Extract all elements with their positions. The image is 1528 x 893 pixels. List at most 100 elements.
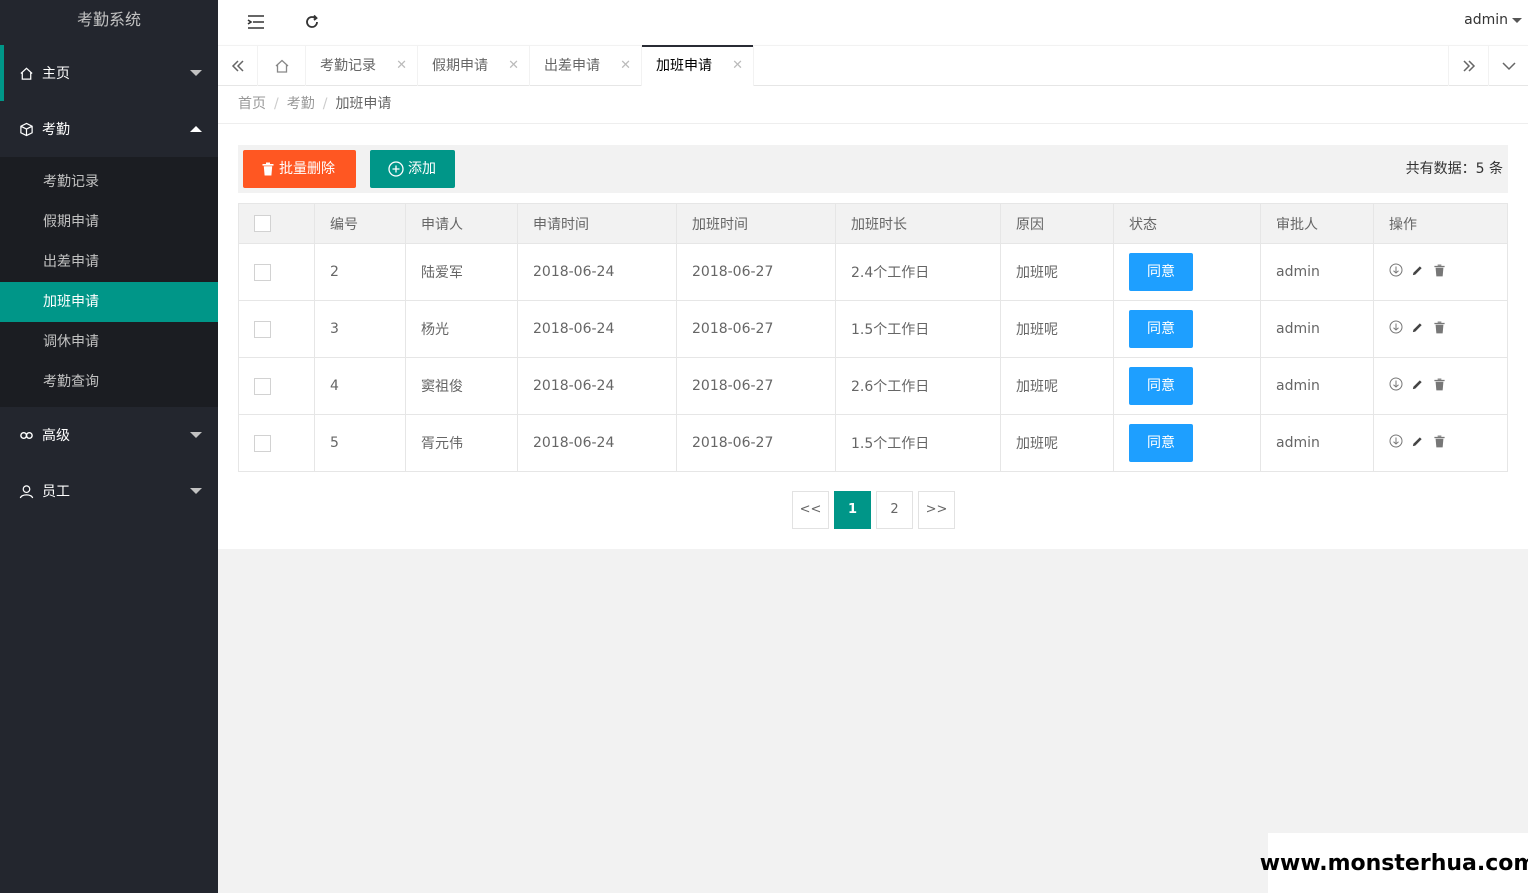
cell-status: 同意 — [1113, 300, 1261, 358]
nav-item-label: 高级 — [42, 428, 70, 444]
download-icon[interactable] — [1389, 263, 1403, 281]
cell-actions — [1373, 357, 1508, 415]
pagination-prev[interactable]: << — [792, 491, 829, 529]
add-button[interactable]: 添加 — [370, 150, 455, 188]
tabs-scroll-left-icon[interactable] — [218, 46, 258, 86]
nav-item-staff[interactable]: 员工 — [0, 463, 218, 519]
column-header: 申请时间 — [517, 203, 677, 244]
tabs-dropdown-icon[interactable] — [1488, 46, 1528, 86]
close-icon[interactable]: ✕ — [620, 46, 631, 86]
status-approve-button[interactable]: 同意 — [1129, 310, 1193, 348]
cell-id: 5 — [314, 414, 406, 472]
trash-icon — [262, 162, 274, 176]
breadcrumb-home[interactable]: 首页 — [238, 96, 266, 112]
watermark: www.monsterhua.com — [1260, 833, 1528, 893]
row-checkbox[interactable] — [254, 377, 271, 395]
table-row: 2 陆爱军 2018-06-24 2018-06-27 2.4个工作日 加班呢 … — [238, 243, 1508, 301]
trash-icon[interactable] — [1433, 435, 1446, 452]
batch-delete-label: 批量删除 — [279, 161, 335, 177]
chevron-down-icon — [190, 70, 202, 76]
batch-delete-button[interactable]: 批量删除 — [243, 150, 356, 188]
nav-item-label: 考勤 — [42, 122, 70, 138]
download-icon[interactable] — [1389, 320, 1403, 338]
tab-attendance-records[interactable]: 考勤记录 ✕ — [306, 46, 418, 86]
close-icon[interactable]: ✕ — [396, 46, 407, 86]
cell-reason: 加班呢 — [1000, 357, 1114, 415]
nav-item-advanced[interactable]: 高级 — [0, 407, 218, 463]
row-select-cell — [238, 243, 315, 301]
close-icon[interactable]: ✕ — [508, 46, 519, 86]
tab-label: 加班申请 — [656, 58, 712, 74]
edit-icon[interactable] — [1411, 321, 1424, 338]
chevron-down-icon — [190, 488, 202, 494]
pagination-page-1[interactable]: 1 — [834, 491, 871, 529]
add-circle-icon — [388, 161, 404, 177]
submenu-item-records[interactable]: 考勤记录 — [0, 162, 218, 202]
cell-duration: 1.5个工作日 — [835, 300, 1001, 358]
pagination-next[interactable]: >> — [918, 491, 955, 529]
user-name: admin — [1464, 12, 1508, 28]
tab-home[interactable] — [258, 46, 306, 86]
submenu-item-business-trip[interactable]: 出差申请 — [0, 242, 218, 282]
breadcrumb-current: 加班申请 — [335, 96, 392, 112]
user-icon — [18, 483, 34, 499]
cell-status: 同意 — [1113, 357, 1261, 415]
tabs-scroll-right-icon[interactable] — [1448, 46, 1488, 86]
cube-icon — [18, 121, 34, 137]
toolbar: 批量删除 添加 共有数据：5 条 — [238, 145, 1508, 193]
row-checkbox[interactable] — [254, 320, 271, 338]
row-checkbox[interactable] — [254, 263, 271, 281]
status-approve-button[interactable]: 同意 — [1129, 253, 1193, 291]
edit-icon[interactable] — [1411, 435, 1424, 452]
nav-item-home[interactable]: 主页 — [0, 45, 218, 101]
tab-business-trip[interactable]: 出差申请 ✕ — [530, 46, 642, 86]
status-approve-button[interactable]: 同意 — [1129, 367, 1193, 405]
chevron-up-icon — [190, 126, 202, 132]
row-select-cell — [238, 357, 315, 415]
nav-item-attendance[interactable]: 考勤 — [0, 101, 218, 157]
trash-icon[interactable] — [1433, 264, 1446, 281]
edit-icon[interactable] — [1411, 378, 1424, 395]
cell-applicant: 杨光 — [405, 300, 518, 358]
cell-approver: admin — [1260, 414, 1374, 472]
select-all-checkbox[interactable] — [254, 215, 271, 232]
download-icon[interactable] — [1389, 377, 1403, 395]
cell-actions — [1373, 243, 1508, 301]
row-checkbox[interactable] — [254, 434, 271, 452]
cell-apply-time: 2018-06-24 — [517, 414, 677, 472]
close-icon[interactable]: ✕ — [732, 46, 743, 86]
chevron-down-icon — [190, 432, 202, 438]
breadcrumb-separator: / — [322, 96, 328, 112]
refresh-icon[interactable] — [302, 12, 322, 32]
cell-id: 3 — [314, 300, 406, 358]
menu-toggle-icon[interactable] — [246, 12, 266, 32]
download-icon[interactable] — [1389, 434, 1403, 452]
submenu-item-compensatory[interactable]: 调休申请 — [0, 322, 218, 362]
top-header: admin — [218, 0, 1528, 45]
edit-icon[interactable] — [1411, 264, 1424, 281]
submenu-item-overtime[interactable]: 加班申请 — [0, 282, 218, 322]
column-header: 加班时间 — [676, 203, 836, 244]
pagination-page-2[interactable]: 2 — [876, 491, 913, 529]
column-header: 加班时长 — [835, 203, 1001, 244]
tab-overtime-request[interactable]: 加班申请 ✕ — [642, 45, 754, 86]
select-all-cell — [238, 203, 315, 244]
tab-label: 考勤记录 — [320, 58, 376, 74]
trash-icon[interactable] — [1433, 321, 1446, 338]
submenu-item-leave[interactable]: 假期申请 — [0, 202, 218, 242]
cell-duration: 2.4个工作日 — [835, 243, 1001, 301]
column-header: 原因 — [1000, 203, 1114, 244]
home-icon — [275, 59, 288, 73]
submenu-item-query[interactable]: 考勤查询 — [0, 362, 218, 402]
cell-reason: 加班呢 — [1000, 414, 1114, 472]
user-menu[interactable]: admin — [1464, 0, 1528, 40]
cell-actions — [1373, 414, 1508, 472]
overtime-table: 编号 申请人 申请时间 加班时间 加班时长 原因 状态 审批人 操作 2 陆爱军… — [238, 203, 1508, 472]
cell-status: 同意 — [1113, 243, 1261, 301]
tab-leave-request[interactable]: 假期申请 ✕ — [418, 46, 530, 86]
breadcrumb-attendance[interactable]: 考勤 — [287, 96, 315, 112]
cell-apply-time: 2018-06-24 — [517, 243, 677, 301]
status-approve-button[interactable]: 同意 — [1129, 424, 1193, 462]
column-header: 状态 — [1113, 203, 1261, 244]
trash-icon[interactable] — [1433, 378, 1446, 395]
